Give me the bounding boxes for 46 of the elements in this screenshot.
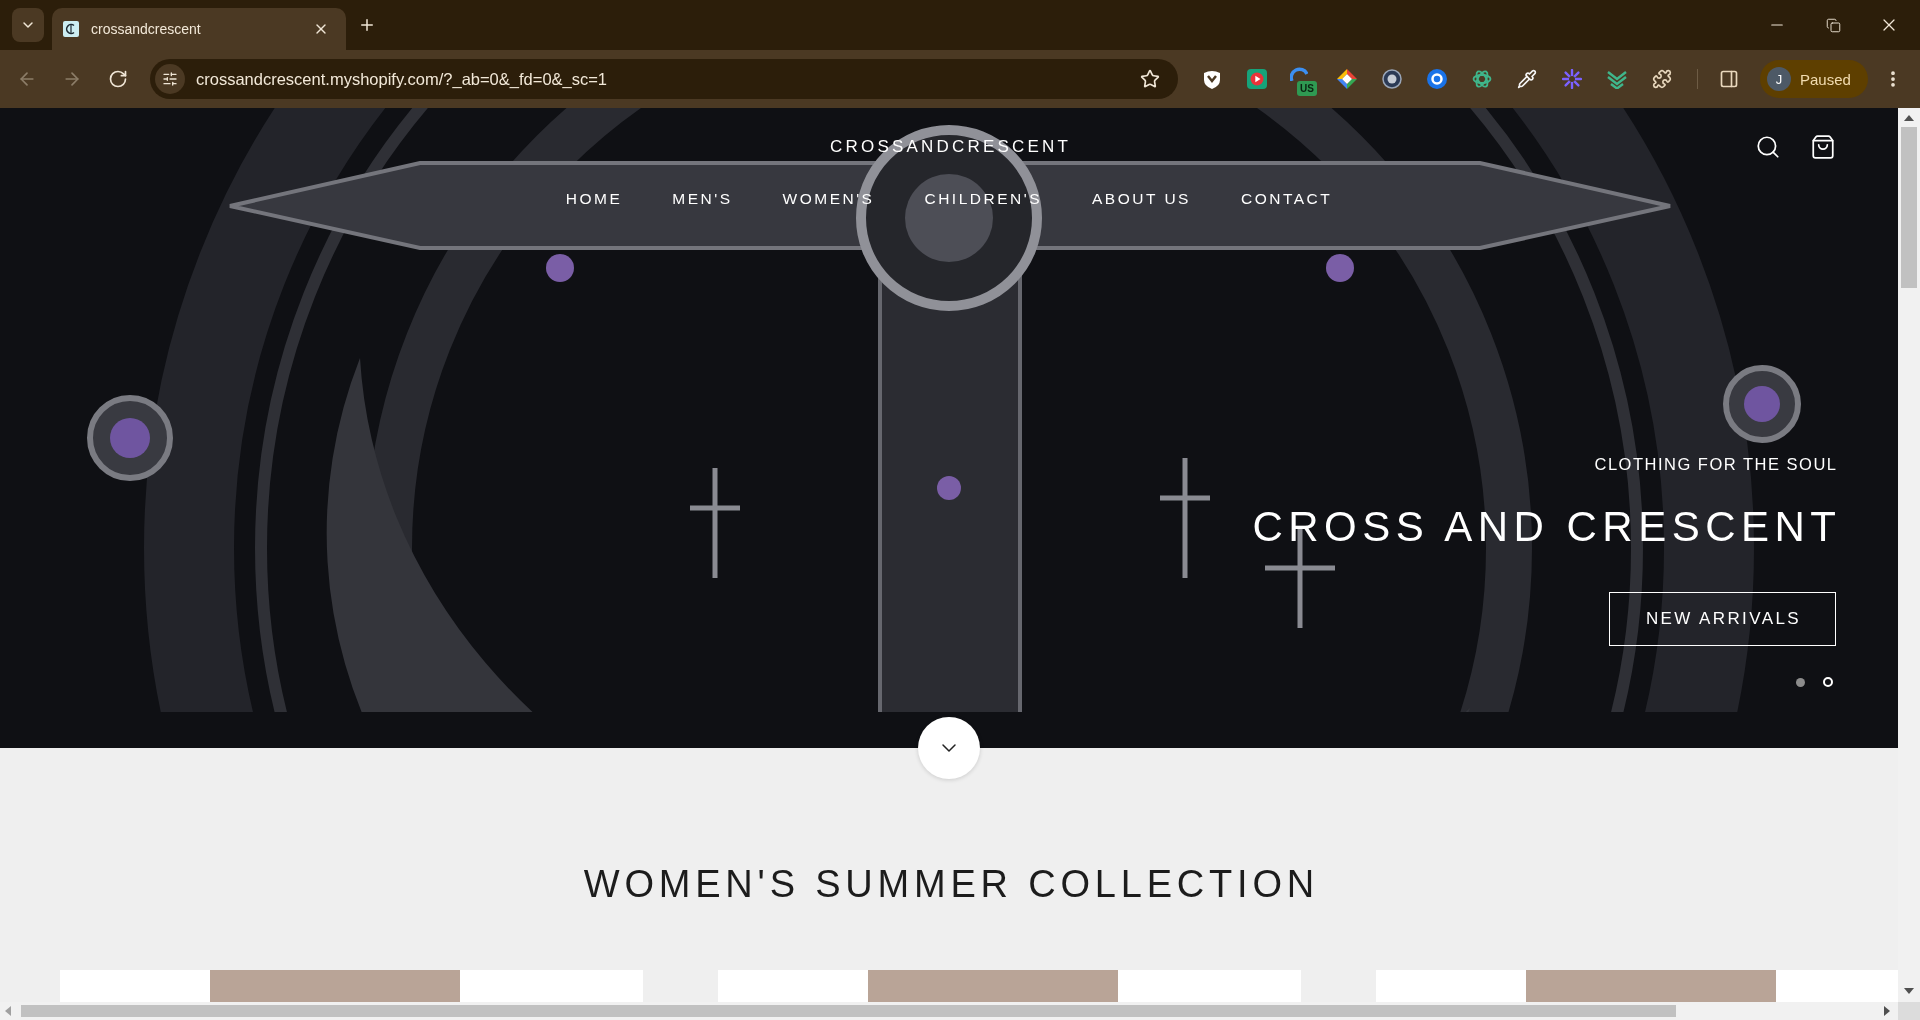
- ring-icon[interactable]: [1427, 69, 1447, 89]
- url-text: crossandcrescent.myshopify.com/?_ab=0&_fd=0&_sc=1: [196, 69, 608, 89]
- new-arrivals-button[interactable]: NEW ARRIVALS: [1608, 592, 1836, 646]
- section-heading: WOMEN'S SUMMER COLLECTION: [582, 862, 1320, 907]
- scroll-right-arrow-icon[interactable]: [1884, 1006, 1890, 1016]
- nav-link[interactable]: MEN'S: [672, 189, 733, 209]
- site-settings-icon[interactable]: [155, 64, 185, 94]
- address-bar[interactable]: crossandcrescent.myshopify.com/?_ab=0&_fd=0&_sc=1: [150, 59, 1178, 99]
- knot-icon[interactable]: [1472, 69, 1492, 89]
- side-panel-icon[interactable]: [1719, 69, 1739, 89]
- scrollbar-thumb[interactable]: [21, 1005, 1676, 1017]
- puzzle-icon[interactable]: [1652, 69, 1672, 89]
- shopping-bag-icon[interactable]: [1810, 134, 1836, 160]
- nav-link[interactable]: CONTACT: [1240, 189, 1333, 209]
- profile-button[interactable]: J Paused: [1760, 60, 1868, 98]
- slide-dot[interactable]: [1823, 677, 1833, 687]
- country-badge: US: [1297, 81, 1317, 96]
- circle-logo-icon[interactable]: [1382, 69, 1402, 89]
- tab-list-button[interactable]: [12, 8, 44, 42]
- search-icon[interactable]: [1755, 134, 1781, 160]
- slide-dot[interactable]: [1796, 677, 1805, 687]
- plus-icon[interactable]: [358, 16, 376, 34]
- eyedropper-icon[interactable]: [1517, 69, 1537, 89]
- nav-link[interactable]: ABOUT US: [1092, 189, 1191, 209]
- nav-link[interactable]: WOMEN'S: [782, 189, 875, 209]
- hero-subtitle: CLOTHING FOR THE SOUL: [1594, 454, 1838, 474]
- nav-link[interactable]: CHILDREN'S: [924, 189, 1042, 209]
- restore-icon[interactable]: [1825, 17, 1841, 33]
- bookmark-star-icon[interactable]: [1140, 69, 1160, 89]
- diamond-icon[interactable]: [1337, 69, 1357, 89]
- scrollbar-thumb[interactable]: [1901, 127, 1917, 288]
- chevrons-icon[interactable]: [1607, 69, 1627, 89]
- scrollbar-corner: [1898, 1002, 1920, 1020]
- browser-tab[interactable]: crossandcrescent: [52, 8, 346, 50]
- play-button-icon[interactable]: [1247, 69, 1267, 89]
- reload-icon[interactable]: [108, 69, 128, 89]
- store-logo[interactable]: CROSSANDCRESCENT: [826, 135, 1072, 159]
- profile-avatar: J: [1767, 67, 1791, 91]
- arc-icon[interactable]: [1290, 67, 1308, 81]
- sunburst-icon[interactable]: [1562, 69, 1582, 89]
- nav-link[interactable]: HOME: [565, 189, 623, 209]
- shield-icon[interactable]: [1202, 69, 1222, 89]
- scroll-down-arrow-icon[interactable]: [1904, 988, 1914, 994]
- scroll-up-arrow-icon[interactable]: [1904, 115, 1914, 121]
- hero-title: CROSS AND CRESCENT: [1252, 502, 1842, 552]
- site-favicon-icon: [63, 21, 79, 37]
